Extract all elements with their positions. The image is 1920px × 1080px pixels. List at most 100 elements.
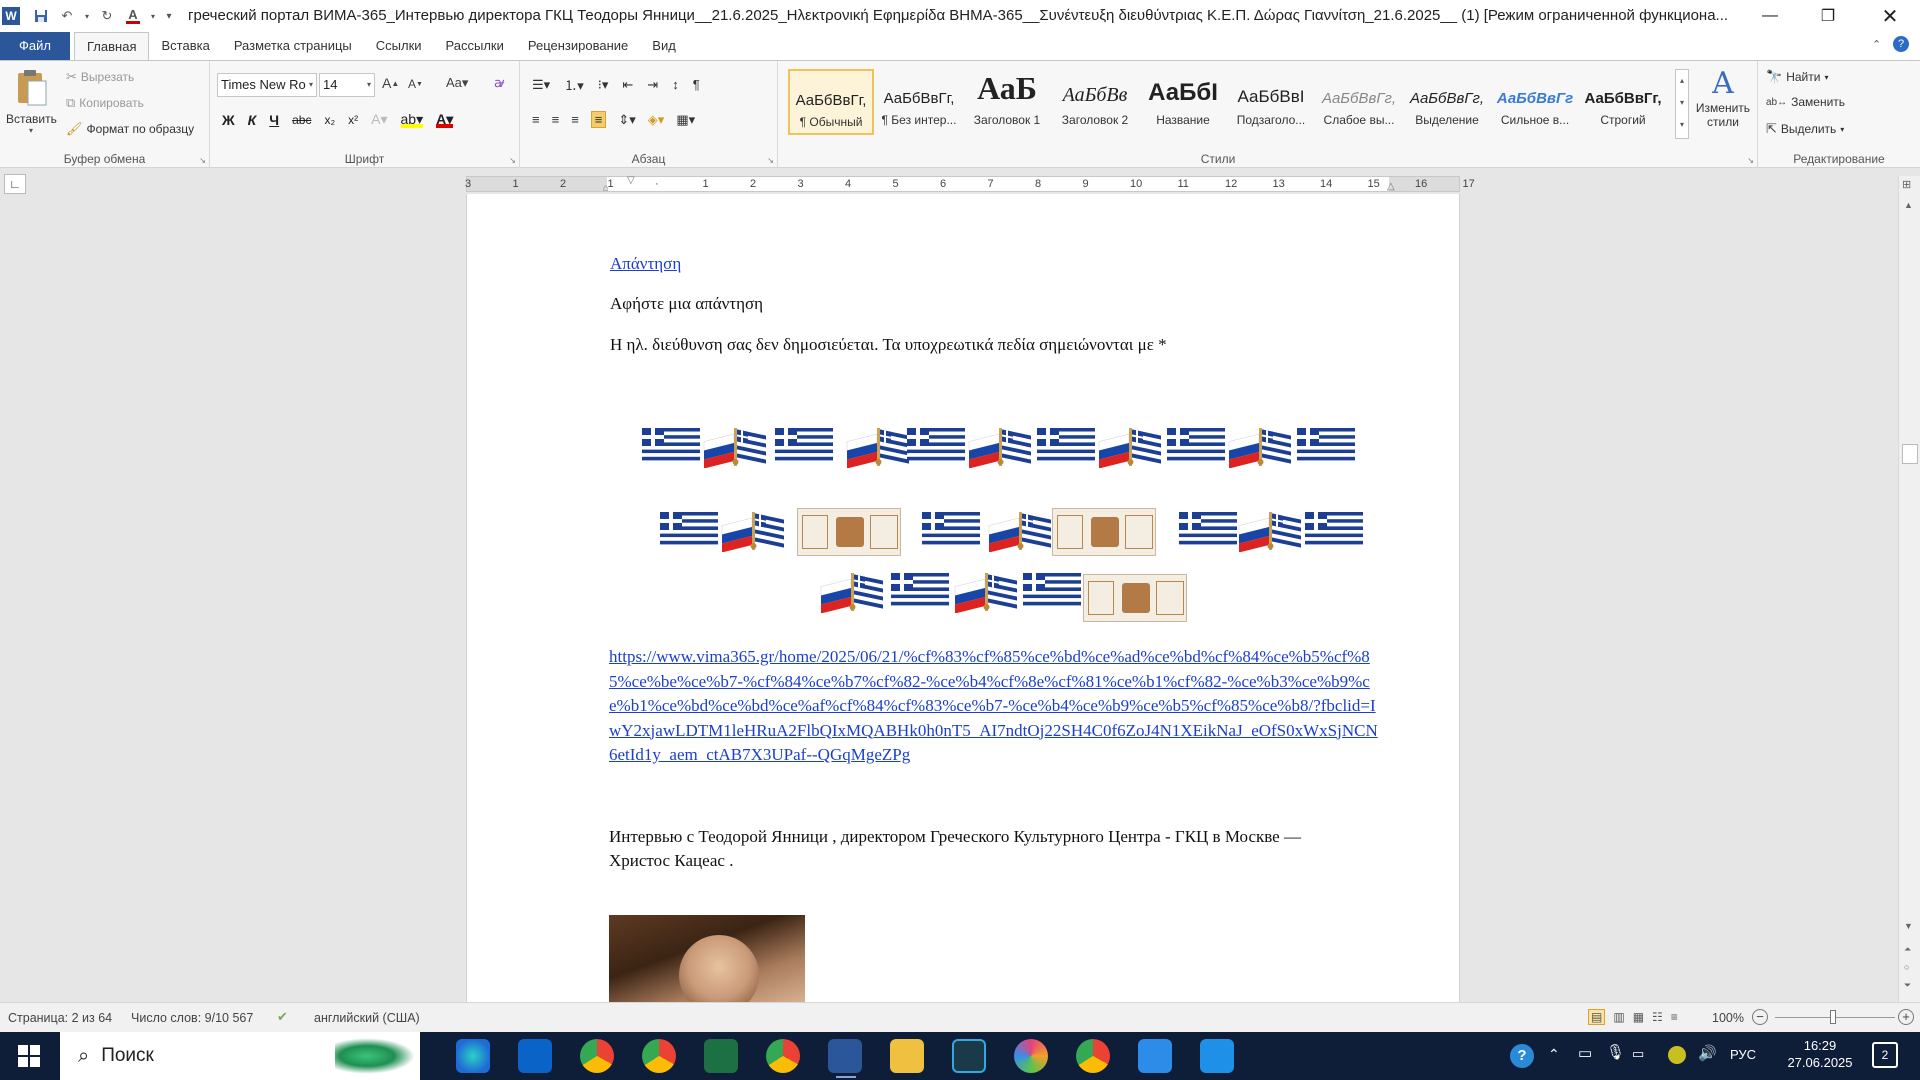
undo-dropdown-icon[interactable]: ▾ xyxy=(82,5,92,27)
style-title[interactable]: АаБбІ Название xyxy=(1140,69,1226,135)
format-painter-button[interactable]: 🖌 Формат по образцу xyxy=(66,121,194,137)
select-button[interactable]: ⇱ Выделить ▾ xyxy=(1766,121,1844,137)
show-marks-icon[interactable]: ¶ xyxy=(693,77,700,92)
file-explorer-taskbar-icon[interactable] xyxy=(890,1039,924,1073)
full-screen-reading-icon[interactable]: ▥ xyxy=(1613,1010,1624,1024)
undo-icon[interactable]: ↶ xyxy=(56,5,78,27)
help-icon[interactable]: ? xyxy=(1893,36,1909,52)
line-spacing-icon[interactable]: ⇕▾ xyxy=(618,112,635,128)
font-color-icon[interactable]: A xyxy=(122,5,144,27)
tab-view[interactable]: Вид xyxy=(640,32,688,60)
chrome-second-taskbar-icon[interactable] xyxy=(766,1039,800,1073)
outline-icon[interactable]: ☷ xyxy=(1652,1010,1663,1024)
decrease-indent-icon[interactable]: ⇤ xyxy=(622,77,633,93)
copy-button[interactable]: ⧉ Копировать xyxy=(66,95,144,111)
customize-toolbar-icon[interactable]: ▾ xyxy=(162,5,176,27)
article-url-link[interactable]: https://www.vima365.gr/home/2025/06/21/%… xyxy=(609,645,1384,768)
start-icon[interactable] xyxy=(18,1045,40,1067)
font-color-dropdown-icon[interactable]: ▾ xyxy=(148,5,158,27)
chrome-profile-taskbar-icon[interactable] xyxy=(642,1039,676,1073)
style-strong[interactable]: АаБбВвГг, Строгий xyxy=(1580,69,1666,135)
collapse-ribbon-icon[interactable]: ⌃ xyxy=(1872,38,1881,51)
browse-object-icon[interactable]: ○ xyxy=(1904,962,1909,972)
tab-page-layout[interactable]: Разметка страницы xyxy=(222,32,364,60)
word-taskbar-icon[interactable] xyxy=(828,1039,862,1073)
superscript-icon[interactable]: x² xyxy=(348,113,358,127)
subscript-icon[interactable]: x₂ xyxy=(324,113,335,127)
change-case-icon[interactable]: Aa▾ xyxy=(446,75,468,91)
paint-taskbar-icon[interactable] xyxy=(1200,1039,1234,1073)
zoom-out-icon[interactable]: − xyxy=(1752,1009,1768,1025)
zoom-level[interactable]: 100% xyxy=(1712,1011,1744,1025)
increase-indent-icon[interactable]: ⇥ xyxy=(647,77,658,93)
paste-dropdown-icon[interactable]: ▾ xyxy=(6,126,56,135)
style-subtle-emphasis[interactable]: АаБбВвГг, Слабое вы... xyxy=(1316,69,1402,135)
input-language[interactable]: РУС xyxy=(1730,1047,1756,1062)
save-icon[interactable] xyxy=(30,5,52,27)
media-taskbar-icon[interactable] xyxy=(952,1039,986,1073)
edge-taskbar-icon[interactable] xyxy=(456,1039,490,1073)
zoom-slider-thumb[interactable] xyxy=(1830,1010,1836,1024)
cut-button[interactable]: ✂ Вырезать xyxy=(66,69,134,85)
font-launcher-icon[interactable]: ↘ xyxy=(509,156,516,165)
style-normal[interactable]: АаБбВвГг, ¶ Обычный xyxy=(788,69,874,135)
italic-icon[interactable]: К xyxy=(248,112,257,128)
style-no-spacing[interactable]: АаБбВвГг, ¶ Без интер... xyxy=(876,69,962,135)
minimize-button[interactable]: — xyxy=(1742,0,1798,32)
style-heading-2[interactable]: АаБбВв Заголовок 2 xyxy=(1052,69,1138,135)
tray-expand-icon[interactable]: ⌃ xyxy=(1548,1046,1560,1063)
zoom-in-icon[interactable]: + xyxy=(1898,1009,1914,1025)
chrome-taskbar-icon[interactable] xyxy=(580,1039,614,1073)
notifications-icon[interactable]: 2 xyxy=(1872,1042,1898,1068)
paragraph-launcher-icon[interactable]: ↘ xyxy=(767,156,774,165)
tab-insert[interactable]: Вставка xyxy=(149,32,221,60)
tab-file[interactable]: Файл xyxy=(0,32,70,60)
excel-taskbar-icon[interactable] xyxy=(704,1039,738,1073)
multilevel-list-icon[interactable]: ⁝▾ xyxy=(598,77,609,93)
vertical-scrollbar[interactable]: ⊞ ▲ ▼ ⏶ ○ ⏷ xyxy=(1898,176,1920,1002)
portrait-photo[interactable] xyxy=(609,915,805,1002)
language-indicator[interactable]: английский (США) xyxy=(314,1011,420,1025)
left-indent-marker[interactable]: ⌂ xyxy=(603,183,609,194)
sort-icon[interactable]: ↕ xyxy=(672,77,679,92)
outlook-taskbar-icon[interactable] xyxy=(518,1039,552,1073)
clipboard-launcher-icon[interactable]: ↘ xyxy=(199,156,206,165)
font-name-field[interactable]: Times New Ro ▾ xyxy=(217,73,317,97)
next-page-icon[interactable]: ⏷ xyxy=(1904,980,1911,991)
scroll-thumb[interactable] xyxy=(1902,444,1918,464)
right-indent-marker[interactable]: △ xyxy=(1387,181,1395,192)
scroll-down-icon[interactable]: ▼ xyxy=(1904,921,1913,931)
device-tray-icon[interactable]: ▭ xyxy=(1578,1044,1592,1062)
ruler-toggle-icon[interactable]: ⊞ xyxy=(1902,178,1911,191)
tab-selector-icon[interactable]: ∟ xyxy=(4,174,26,194)
taskbar-search-box[interactable]: ⌕ Поиск xyxy=(60,1032,420,1080)
tab-mailings[interactable]: Рассылки xyxy=(434,32,516,60)
grow-font-icon[interactable]: A ▲ xyxy=(382,75,399,91)
style-intense-emphasis[interactable]: АаБбВвГг Сильное в... xyxy=(1492,69,1578,135)
tab-home[interactable]: Главная xyxy=(74,31,150,61)
volume-tray-icon[interactable]: 🔊 xyxy=(1698,1044,1717,1062)
close-button[interactable]: ✕ xyxy=(1862,0,1918,32)
align-center-icon[interactable]: ≡ xyxy=(552,112,560,127)
align-left-icon[interactable]: ≡ xyxy=(532,112,540,127)
styles-launcher-icon[interactable]: ↘ xyxy=(1747,156,1754,165)
style-heading-1[interactable]: АаБ Заголовок 1 xyxy=(964,69,1050,135)
chrome-third-taskbar-icon[interactable] xyxy=(1076,1039,1110,1073)
horizontal-ruler[interactable]: 3 1 2 1 · 1 2 3 4 5 6 7 8 9 10 11 12 13 14 15 16 17 ⌂ ▽ △ xyxy=(465,175,1475,194)
paste-button[interactable]: Вставить ▾ xyxy=(6,67,57,135)
draft-icon[interactable]: ≡ xyxy=(1671,1010,1678,1024)
numbering-icon[interactable]: ⒈▾ xyxy=(564,75,584,94)
replace-button[interactable]: ab↔ Заменить xyxy=(1766,95,1845,109)
bullets-icon[interactable]: ☰▾ xyxy=(532,77,550,93)
find-button[interactable]: 🔭 Найти ▾ xyxy=(1766,69,1828,85)
font-color-ribbon-icon[interactable]: A▾ xyxy=(436,111,454,128)
word-app-icon[interactable]: W xyxy=(2,7,20,25)
page-count[interactable]: Страница: 2 из 64 xyxy=(8,1011,112,1025)
first-line-indent-marker[interactable]: ▽ xyxy=(627,175,635,186)
highlight-icon[interactable]: ab▾ xyxy=(400,111,424,128)
network-tray-icon[interactable] xyxy=(1668,1046,1686,1064)
document-page[interactable]: Απάντηση Αφήστε μια απάντηση Η ηλ. διεύθ… xyxy=(466,194,1460,1002)
change-styles-button[interactable]: A Изменить стили xyxy=(1688,67,1758,130)
tab-references[interactable]: Ссылки xyxy=(364,32,434,60)
justify-icon[interactable]: ≡ xyxy=(590,111,607,128)
